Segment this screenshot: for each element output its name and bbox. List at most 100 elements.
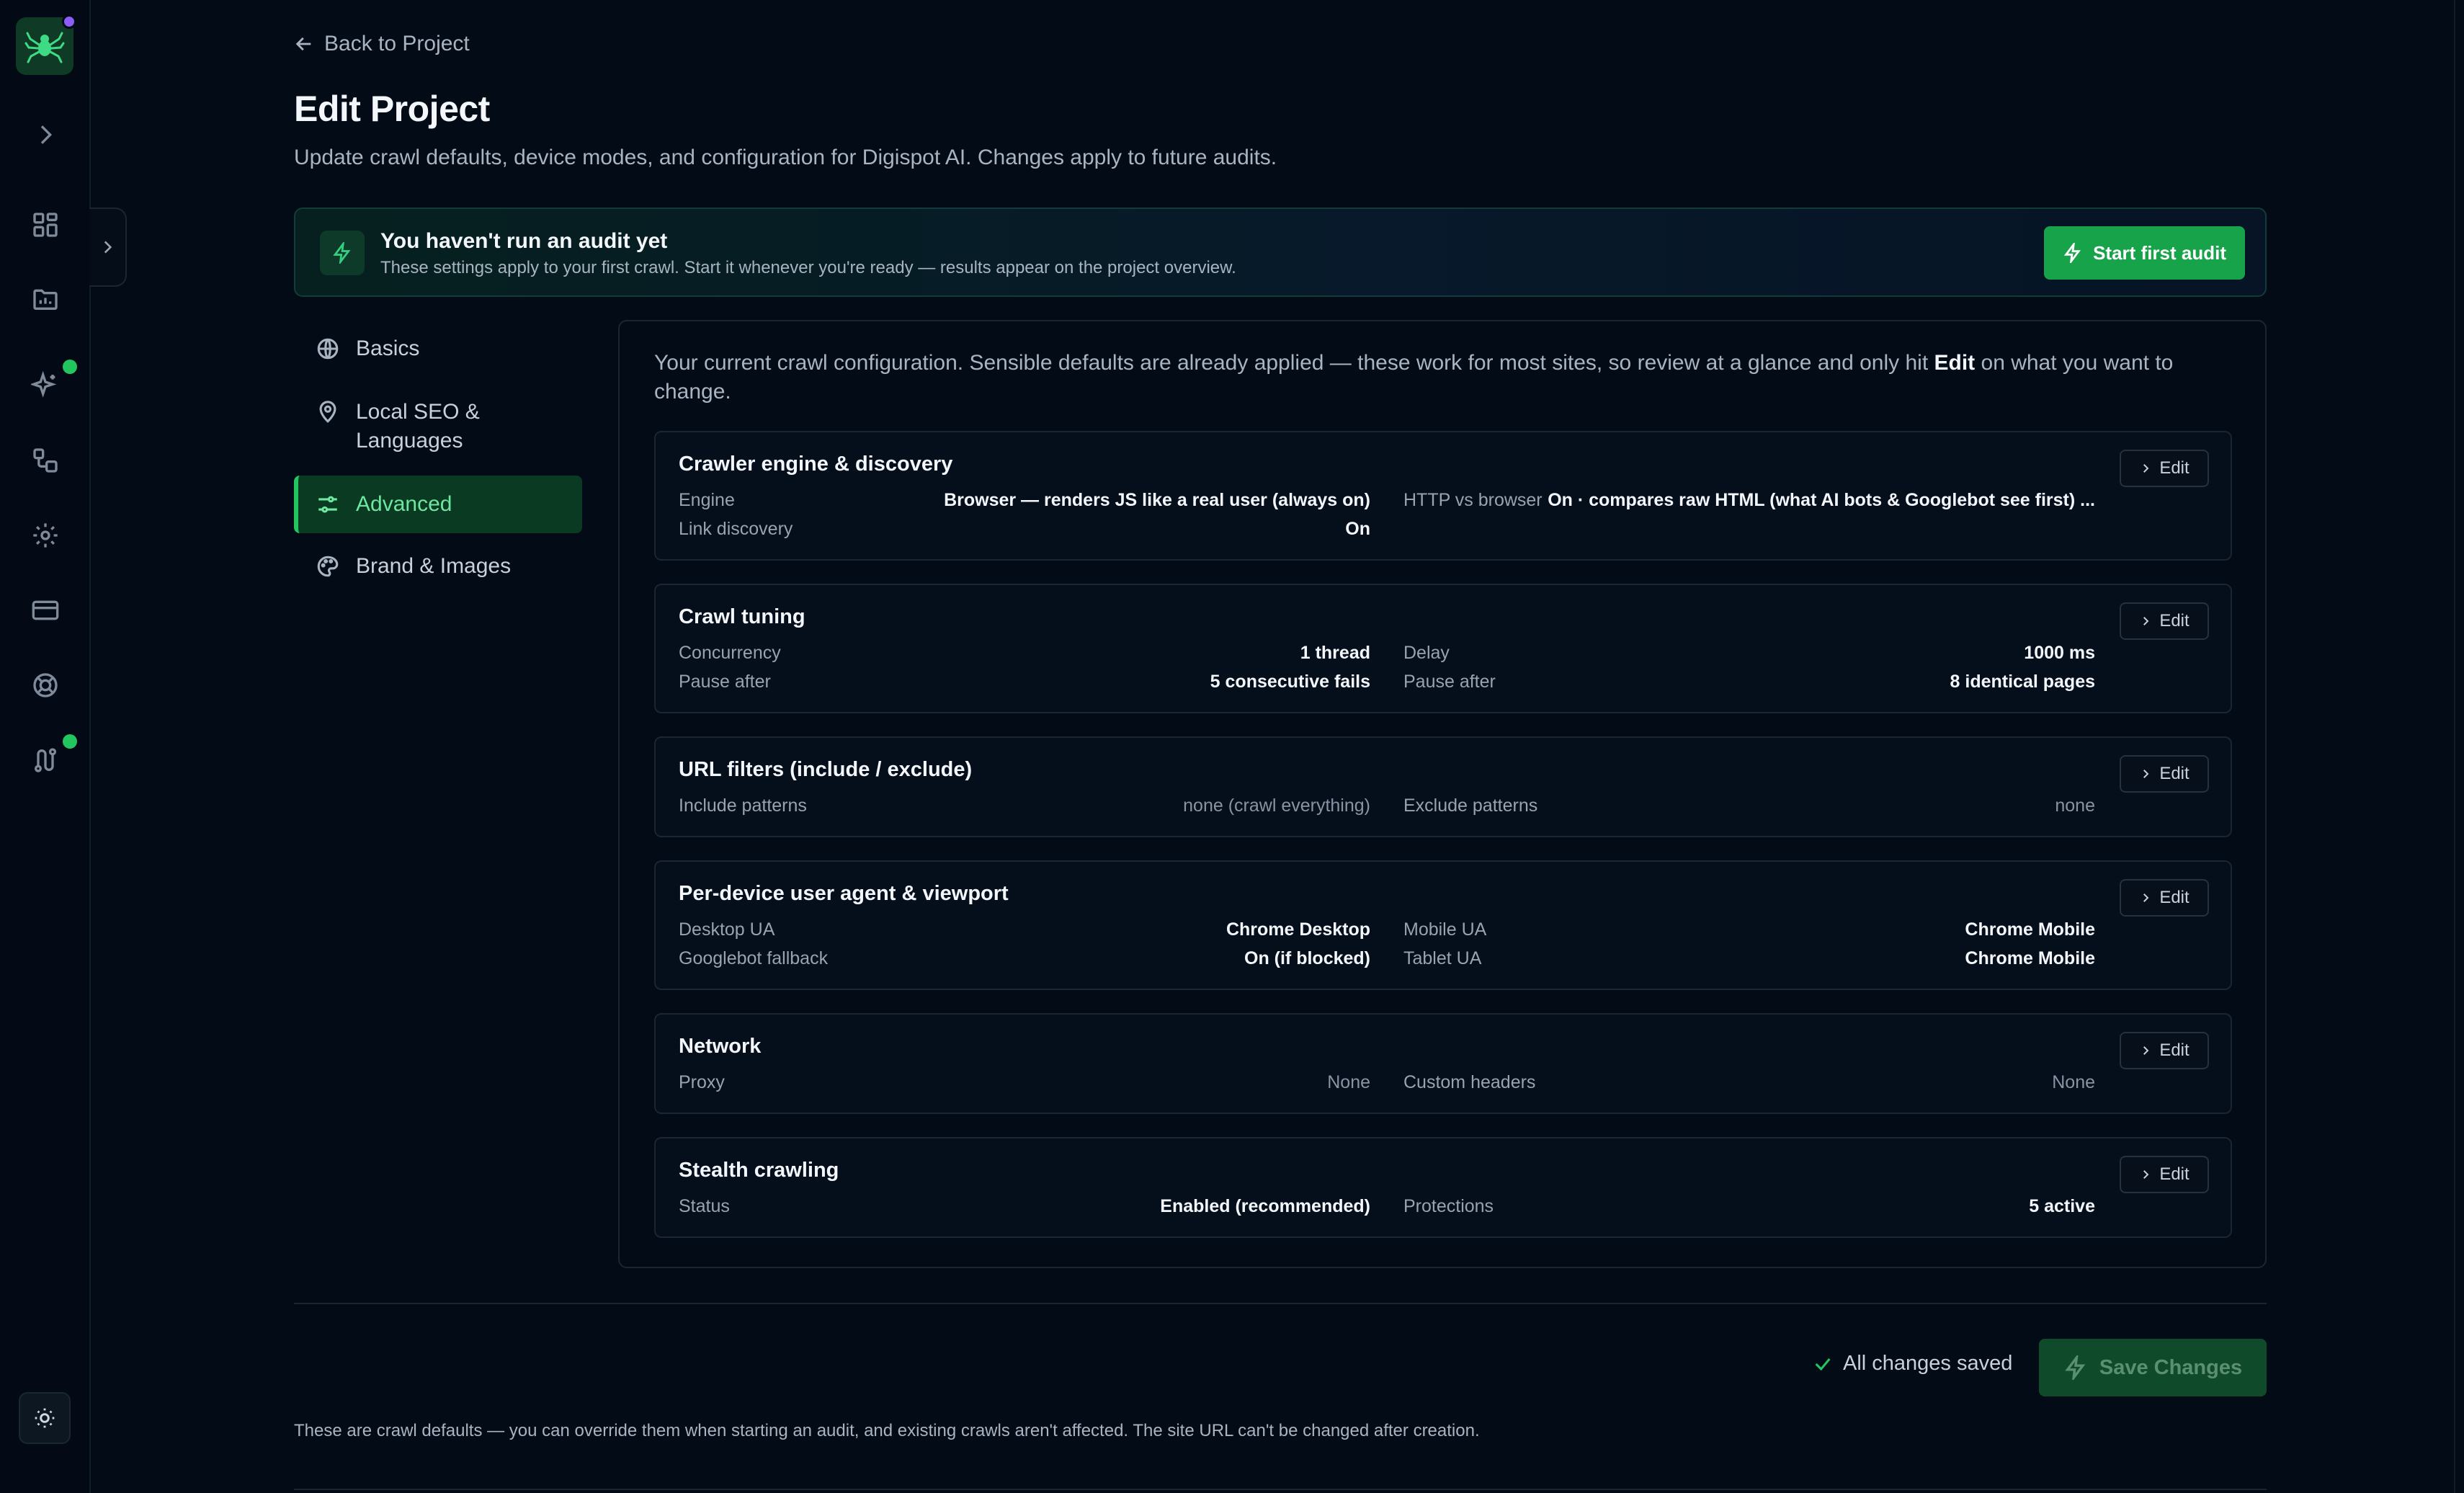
nav-settings[interactable] xyxy=(24,514,67,557)
nav-item-brand-images[interactable]: Brand & Images xyxy=(294,552,582,581)
edit-label: Edit xyxy=(2159,888,2190,907)
kv-value: Browser — renders JS like a real user (a… xyxy=(944,490,1370,510)
chevron-right-icon xyxy=(2143,1170,2149,1179)
chevron-right-icon xyxy=(40,125,53,144)
kv-row: Include patterns none (crawl everything) xyxy=(679,795,1370,816)
kv-value: None xyxy=(1327,1072,1370,1092)
nav-integrations[interactable] xyxy=(24,734,77,782)
nav-item-local-seo[interactable]: Local SEO & Languages xyxy=(294,398,582,455)
nav-reports[interactable] xyxy=(24,277,67,321)
nav-item-advanced[interactable]: Advanced xyxy=(294,476,582,533)
kv-row: Link discovery On xyxy=(679,519,1370,540)
footer-note: These are crawl defaults — you can overr… xyxy=(294,1421,1480,1440)
kv-row: Tablet UA Chrome Mobile xyxy=(1403,948,2095,969)
kv-value: None xyxy=(2052,1072,2095,1092)
kv-key: Custom headers xyxy=(1403,1072,1536,1092)
card-title: URL filters (include / exclude) xyxy=(679,758,973,781)
nav-item-basics[interactable]: Basics xyxy=(294,334,582,363)
kv-key: Engine xyxy=(679,490,735,510)
kv-row: Exclude patterns none xyxy=(1403,795,2095,816)
nodes-icon xyxy=(33,448,58,473)
divider xyxy=(294,1303,2267,1304)
kv-row: Custom headers None xyxy=(1403,1072,2095,1093)
chevron-right-icon xyxy=(2143,617,2149,625)
intro-text: Your current crawl configuration. Sensib… xyxy=(654,351,1934,375)
app-sidebar xyxy=(0,0,91,1493)
edit-label: Edit xyxy=(2159,611,2190,630)
kv-key: Include patterns xyxy=(679,795,807,816)
kv-value: Enabled (recommended) xyxy=(1160,1196,1370,1216)
sliders-icon xyxy=(318,496,337,513)
kv-key: Status xyxy=(679,1196,730,1216)
kv-key: Link discovery xyxy=(679,519,793,539)
edit-crawl-tuning-button[interactable]: Edit xyxy=(2120,602,2209,640)
nav-workflows[interactable] xyxy=(24,439,67,482)
card-title: Network xyxy=(679,1035,762,1058)
edit-crawler-engine-button[interactable]: Edit xyxy=(2120,450,2209,487)
kv-value: Chrome Mobile xyxy=(1965,919,2095,940)
banner-lightning-icon xyxy=(320,231,365,275)
back-to-project-link[interactable]: Back to Project xyxy=(294,32,470,56)
chevron-right-icon xyxy=(2143,770,2149,778)
sun-icon xyxy=(35,1408,55,1428)
card-title: Crawl tuning xyxy=(679,605,805,628)
kv-value: Chrome Desktop xyxy=(1226,919,1370,940)
kv-key: Proxy xyxy=(679,1072,725,1092)
card-network: Network Edit Proxy None Custom headers N… xyxy=(654,1013,2232,1114)
nav-ai[interactable] xyxy=(24,360,77,407)
save-status-label: All changes saved xyxy=(1843,1352,2013,1375)
card-title: Per-device user agent & viewport xyxy=(679,882,1009,905)
expand-panel-tab[interactable] xyxy=(89,208,127,287)
card-user-agent: Per-device user agent & viewport Edit De… xyxy=(654,860,2232,990)
edit-user-agent-button[interactable]: Edit xyxy=(2120,879,2209,917)
nav-dashboard[interactable] xyxy=(24,203,67,246)
kv-row: Concurrency 1 thread xyxy=(679,643,1370,664)
save-status: All changes saved xyxy=(1813,1352,2012,1376)
kv-row: Status Enabled (recommended) xyxy=(679,1196,1370,1217)
edit-stealth-button[interactable]: Edit xyxy=(2120,1156,2209,1193)
save-changes-button[interactable]: Save Changes xyxy=(2039,1339,2267,1396)
kv-value: none xyxy=(2055,795,2095,816)
page-subtitle: Update crawl defaults, device modes, and… xyxy=(294,146,1277,169)
kv-key: Mobile UA xyxy=(1403,919,1487,940)
card-crawl-tuning: Crawl tuning Edit Concurrency 1 thread D… xyxy=(654,584,2232,713)
kv-row: HTTP vs browser On · compares raw HTML (… xyxy=(1403,490,2095,511)
theme-toggle-button[interactable] xyxy=(19,1392,71,1444)
kv-value: 1 thread xyxy=(1300,643,1370,663)
kv-key: Desktop UA xyxy=(679,919,775,940)
chart-folder-icon xyxy=(33,289,58,310)
kv-row: Proxy None xyxy=(679,1072,1370,1093)
start-first-audit-button[interactable]: Start first audit xyxy=(2044,226,2245,280)
lightning-icon xyxy=(333,242,351,264)
edit-url-filters-button[interactable]: Edit xyxy=(2120,755,2209,793)
kv-row: Desktop UA Chrome Desktop xyxy=(679,919,1370,940)
divider xyxy=(294,1489,2267,1490)
arrow-left-icon xyxy=(295,37,311,51)
nav-billing[interactable] xyxy=(24,589,67,632)
chevron-right-icon xyxy=(2143,1046,2149,1055)
nav-item-label: Basics xyxy=(356,337,420,360)
grid-icon xyxy=(33,213,58,237)
spider-logo[interactable] xyxy=(16,14,76,75)
nav-item-label: Advanced xyxy=(356,492,452,516)
edit-network-button[interactable]: Edit xyxy=(2120,1032,2209,1069)
kv-row: Delay 1000 ms xyxy=(1403,643,2095,664)
kv-value: On xyxy=(1345,519,1370,539)
back-link-label: Back to Project xyxy=(324,32,470,55)
nav-support[interactable] xyxy=(24,664,67,707)
expand-sidebar-button[interactable] xyxy=(24,113,67,156)
lightning-icon xyxy=(2065,1355,2086,1380)
kv-row: Googlebot fallback On (if blocked) xyxy=(679,948,1370,969)
kv-row: Pause after 8 identical pages xyxy=(1403,672,2095,692)
kv-value: On (if blocked) xyxy=(1244,948,1370,968)
credit-card-icon xyxy=(32,600,59,620)
globe-icon xyxy=(317,338,339,360)
scrollbar-track[interactable] xyxy=(2454,0,2455,1493)
intro-edit-emphasis: Edit xyxy=(1934,351,1976,375)
kv-value: 5 active xyxy=(2029,1196,2095,1216)
route-icon xyxy=(35,748,56,772)
edit-label: Edit xyxy=(2159,1164,2190,1184)
kv-row: Mobile UA Chrome Mobile xyxy=(1403,919,2095,940)
kv-key: Pause after xyxy=(679,672,771,692)
sparkles-icon xyxy=(31,371,57,398)
